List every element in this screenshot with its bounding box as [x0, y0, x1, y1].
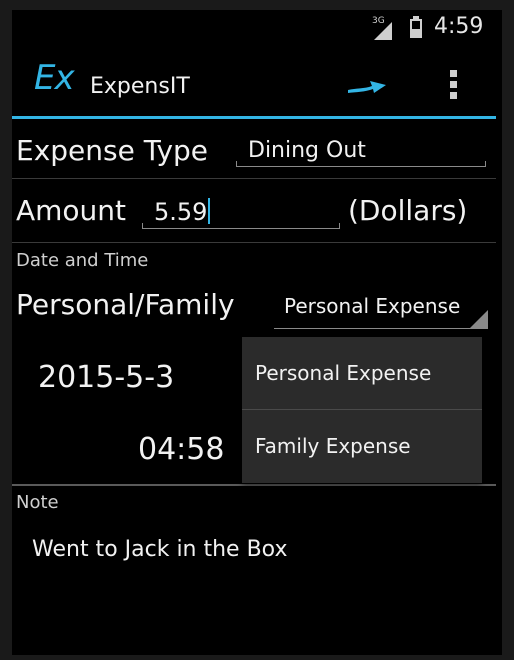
dropdown-option-personal[interactable]: Personal Expense: [242, 337, 482, 409]
action-bar-divider: [12, 116, 496, 119]
note-header: Note: [16, 492, 59, 513]
expense-type-field[interactable]: Dining Out: [248, 138, 366, 163]
overflow-menu-icon[interactable]: [442, 66, 464, 106]
dropdown-option-family[interactable]: Family Expense: [242, 410, 482, 482]
row-divider: [12, 178, 496, 179]
network-type-label: 3G: [372, 16, 385, 26]
date-time-header: Date and Time: [16, 250, 149, 271]
date-picker-value[interactable]: 2015-5-3: [38, 360, 174, 395]
status-bar: 3G 4:59: [12, 10, 502, 46]
amount-value: 5.59: [154, 198, 208, 226]
personal-family-dropdown: Personal Expense Family Expense: [242, 337, 482, 483]
spinner-underline: [274, 328, 488, 329]
expense-type-label: Expense Type: [16, 134, 209, 167]
app-title: ExpensIT: [90, 74, 190, 99]
note-field[interactable]: Went to Jack in the Box: [32, 537, 287, 562]
battery-icon: [410, 16, 422, 38]
app-logo[interactable]: Ex: [34, 58, 75, 98]
section-divider: [12, 484, 496, 486]
text-cursor: [208, 198, 211, 224]
amount-underline: [142, 223, 340, 229]
send-arrow-icon[interactable]: [346, 76, 390, 98]
row-divider: [12, 242, 496, 243]
amount-unit-label: (Dollars): [348, 194, 468, 227]
spinner-dropdown-icon[interactable]: [470, 310, 488, 328]
personal-family-label: Personal/Family: [16, 288, 235, 321]
amount-label: Amount: [16, 194, 127, 227]
app-screen: 3G 4:59 Ex ExpensIT Expense Type Dining …: [12, 10, 502, 655]
status-clock: 4:59: [434, 14, 484, 39]
personal-family-spinner[interactable]: Personal Expense: [284, 294, 476, 318]
amount-field[interactable]: 5.59: [154, 198, 211, 226]
action-bar: Ex ExpensIT: [12, 50, 502, 116]
expense-type-underline: [236, 161, 486, 167]
time-picker-value[interactable]: 04:58: [138, 432, 224, 467]
signal-icon: 3G: [372, 16, 394, 40]
